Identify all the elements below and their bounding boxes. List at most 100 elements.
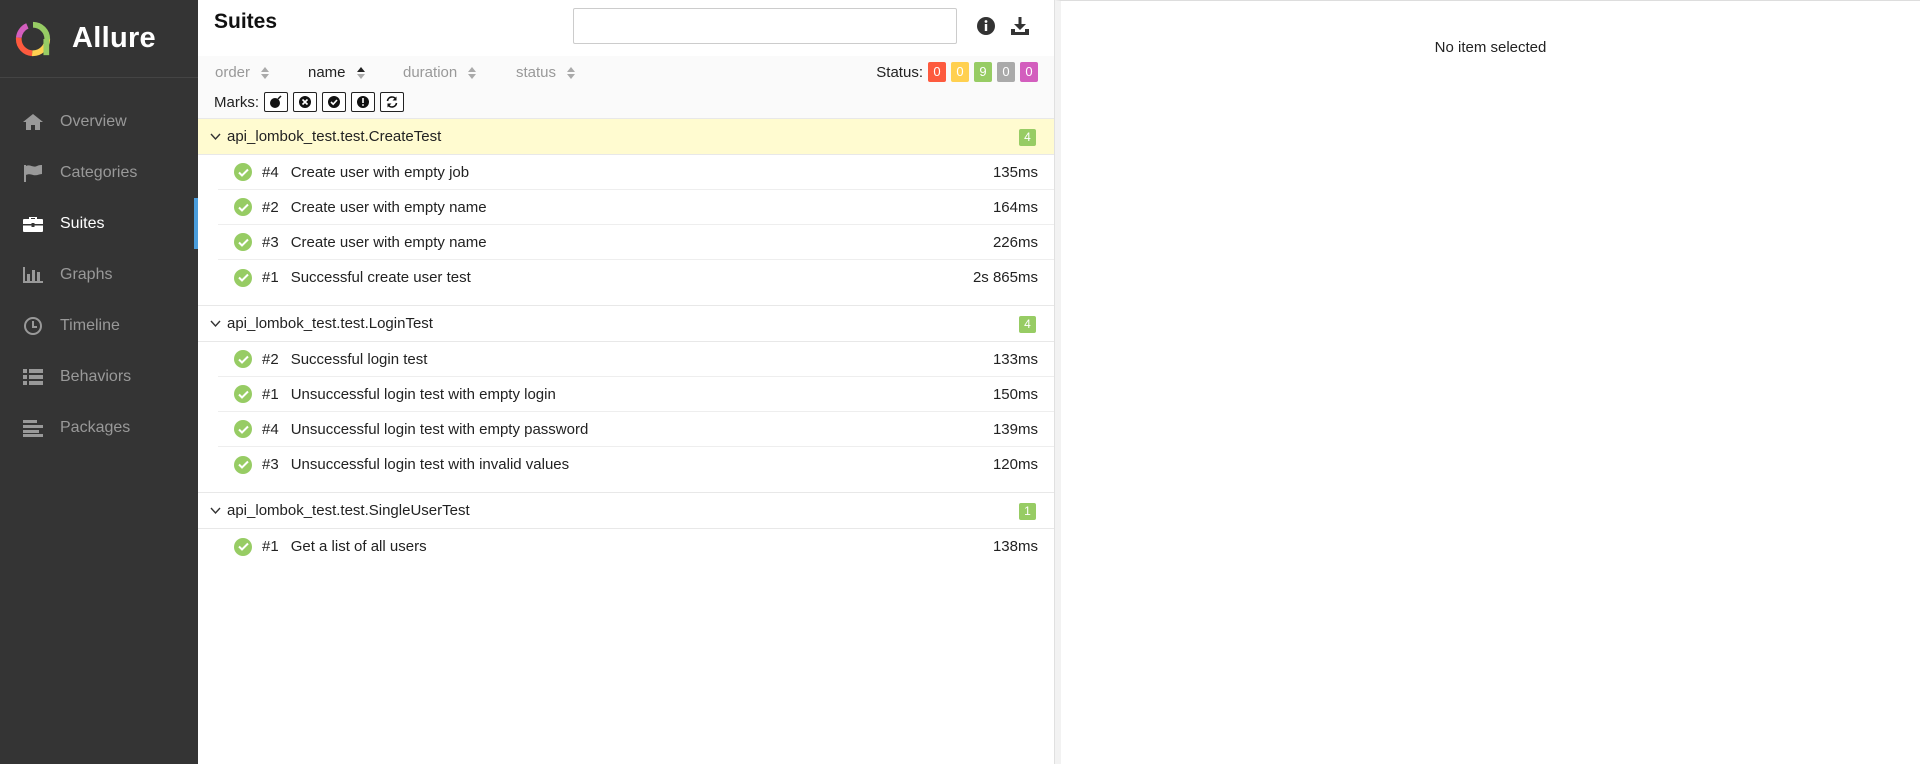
app-root: Allure Overview Categories Suites Graphs… bbox=[0, 0, 1920, 764]
test-order: #1 bbox=[262, 269, 279, 286]
sort-duration[interactable]: duration bbox=[403, 64, 477, 81]
new-broken-icon[interactable] bbox=[351, 92, 375, 112]
passed-check-icon bbox=[234, 198, 252, 216]
test-name: Create user with empty name bbox=[290, 198, 487, 216]
test-name: Unsuccessful login test with empty login bbox=[290, 385, 556, 403]
flaky-bomb-icon[interactable] bbox=[264, 92, 288, 112]
suite-group-header[interactable]: api_lombok_test.test.CreateTest 4 bbox=[198, 118, 1054, 155]
flag-icon bbox=[20, 162, 46, 184]
sort-arrows-icon bbox=[566, 66, 576, 80]
test-duration: 150ms bbox=[992, 385, 1038, 403]
list-icon bbox=[20, 366, 46, 388]
align-left-icon bbox=[20, 417, 46, 439]
detail-pane: No item selected bbox=[1055, 0, 1920, 764]
test-name: Create user with empty name bbox=[290, 233, 487, 251]
passed-check-icon bbox=[234, 268, 252, 287]
test-row[interactable]: #2 Create user with empty name 164ms bbox=[218, 190, 1054, 225]
chevron-down-icon bbox=[210, 131, 222, 143]
test-name: Unsuccessful login test with invalid val… bbox=[290, 456, 570, 473]
test-duration: 139ms bbox=[992, 420, 1038, 438]
test-name: Create user with empty job bbox=[290, 163, 470, 181]
test-name: Get a list of all users bbox=[290, 538, 427, 555]
briefcase-icon bbox=[20, 213, 46, 235]
test-name: Successful login test bbox=[290, 350, 428, 368]
test-row[interactable]: #2 Successful login test 133ms bbox=[218, 342, 1054, 377]
test-order: #3 bbox=[262, 233, 279, 251]
test-duration: 133ms bbox=[992, 350, 1038, 368]
test-row[interactable]: #1 Get a list of all users 138ms bbox=[218, 529, 1054, 564]
sidebar-item-label: Graphs bbox=[60, 265, 113, 283]
search-input[interactable] bbox=[573, 8, 957, 44]
allure-logo-icon bbox=[15, 21, 51, 56]
pane-header: Suites bbox=[198, 0, 1054, 56]
sidebar-item-behaviors[interactable]: Behaviors bbox=[0, 351, 198, 402]
sort-name[interactable]: name bbox=[308, 64, 366, 81]
test-duration: 135ms bbox=[992, 163, 1038, 181]
status-badge-skipped[interactable]: 0 bbox=[997, 62, 1015, 82]
test-duration: 164ms bbox=[992, 198, 1038, 216]
test-row[interactable]: #4 Create user with empty job 135ms bbox=[218, 155, 1054, 190]
passed-check-icon bbox=[234, 455, 252, 474]
status-label: Status: bbox=[876, 63, 923, 81]
test-duration: 226ms bbox=[992, 233, 1038, 251]
status-badge-passed[interactable]: 9 bbox=[974, 62, 992, 82]
passed-check-icon bbox=[234, 385, 252, 403]
status-filter: Status: 0 0 9 0 0 bbox=[876, 62, 1038, 82]
test-order: #3 bbox=[262, 456, 279, 473]
bar-chart-icon bbox=[20, 264, 46, 286]
sidebar-item-label: Behaviors bbox=[60, 367, 132, 385]
sidebar-item-label: Packages bbox=[60, 418, 131, 436]
passed-check-icon bbox=[234, 420, 252, 438]
suites-pane: Suites order name duration status Status… bbox=[198, 0, 1059, 764]
sort-label: order bbox=[215, 64, 251, 81]
download-icon[interactable] bbox=[1008, 14, 1032, 38]
sidebar-item-graphs[interactable]: Graphs bbox=[0, 249, 198, 300]
test-row[interactable]: #1 Successful create user test 2s 865ms bbox=[218, 260, 1054, 295]
status-badge-broken[interactable]: 0 bbox=[951, 62, 969, 82]
sort-arrows-icon bbox=[260, 66, 270, 80]
sidebar-item-suites[interactable]: Suites bbox=[0, 198, 198, 249]
suite-group-count: 1 bbox=[1019, 503, 1036, 520]
suite-group-header[interactable]: api_lombok_test.test.SingleUserTest 1 bbox=[198, 492, 1054, 529]
sidebar-item-label: Overview bbox=[60, 112, 127, 130]
test-name: Successful create user test bbox=[290, 269, 471, 286]
sidebar-item-label: Timeline bbox=[60, 316, 120, 334]
test-row[interactable]: #4 Unsuccessful login test with empty pas… bbox=[218, 412, 1054, 447]
sidebar-item-packages[interactable]: Packages bbox=[0, 402, 198, 453]
retries-icon[interactable] bbox=[380, 92, 404, 112]
clock-icon bbox=[20, 315, 46, 337]
sort-label: duration bbox=[403, 64, 458, 81]
sidebar-item-overview[interactable]: Overview bbox=[0, 96, 198, 147]
brand[interactable]: Allure bbox=[0, 0, 198, 78]
suite-test-list: #2 Successful login test 133ms #1 Unsuccessf… bbox=[218, 342, 1054, 482]
passed-check-icon bbox=[234, 350, 252, 368]
info-icon[interactable] bbox=[974, 14, 998, 38]
test-row[interactable]: #1 Unsuccessful login test with empty log… bbox=[218, 377, 1054, 412]
home-icon bbox=[20, 111, 46, 133]
sort-label: name bbox=[308, 64, 346, 81]
page-title: Suites bbox=[214, 10, 278, 33]
suite-group-header[interactable]: api_lombok_test.test.LoginTest 4 bbox=[198, 305, 1054, 342]
suite-test-list: #1 Get a list of all users 138ms bbox=[218, 529, 1054, 564]
sort-order[interactable]: order bbox=[215, 64, 270, 81]
suite-tree: api_lombok_test.test.CreateTest 4 #4 Create… bbox=[198, 118, 1054, 574]
test-row[interactable]: #3 Unsuccessful login test with invalid v… bbox=[218, 447, 1054, 482]
test-duration: 138ms bbox=[992, 538, 1038, 555]
brand-name: Allure bbox=[72, 22, 156, 54]
test-row[interactable]: #3 Create user with empty name 226ms bbox=[218, 225, 1054, 260]
status-badge-unknown[interactable]: 0 bbox=[1020, 62, 1038, 82]
suite-group-name: api_lombok_test.test.LoginTest bbox=[227, 315, 433, 332]
new-failed-icon[interactable] bbox=[293, 92, 317, 112]
sidebar-item-timeline[interactable]: Timeline bbox=[0, 300, 198, 351]
new-passed-icon[interactable] bbox=[322, 92, 346, 112]
suite-group-name: api_lombok_test.test.CreateTest bbox=[227, 128, 442, 145]
sidebar-item-label: Suites bbox=[60, 214, 105, 232]
sort-status[interactable]: status bbox=[516, 64, 576, 81]
chevron-down-icon bbox=[210, 505, 222, 517]
status-badge-failed[interactable]: 0 bbox=[928, 62, 946, 82]
sort-toolbar: order name duration status Status: 0 0 9… bbox=[198, 56, 1054, 118]
suite-group-count: 4 bbox=[1019, 129, 1036, 146]
sidebar-item-categories[interactable]: Categories bbox=[0, 147, 198, 198]
